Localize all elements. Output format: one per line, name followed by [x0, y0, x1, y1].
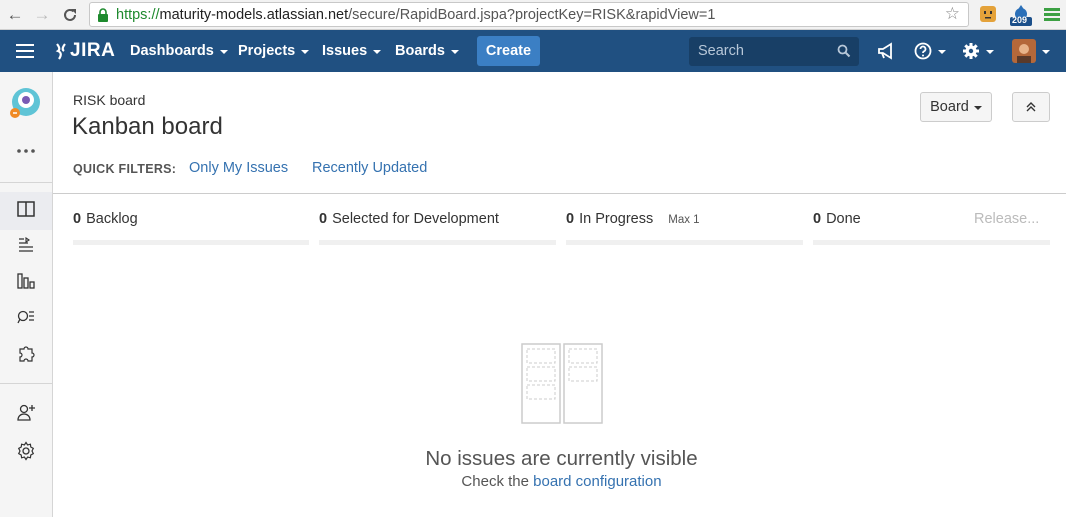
jira-logo[interactable]: JIRA — [54, 30, 115, 72]
column-max-limit: Max 1 — [668, 214, 700, 226]
release-link[interactable]: Release... — [974, 211, 1039, 227]
collapse-header-button[interactable] — [1012, 92, 1050, 122]
reload-icon[interactable] — [59, 4, 81, 26]
nav-dashboards[interactable]: Dashboards — [130, 30, 228, 72]
quick-filters-label: QUICK FILTERS: — [73, 162, 177, 176]
jira-logo-text: JIRA — [70, 40, 116, 61]
forward-icon[interactable]: → — [31, 4, 53, 26]
more-icon[interactable] — [14, 139, 38, 163]
reports-icon[interactable] — [14, 269, 38, 293]
help-icon[interactable] — [914, 30, 946, 72]
chevron-down-icon — [1042, 50, 1050, 54]
column-count: 0 — [566, 211, 575, 227]
project-avatar[interactable] — [9, 86, 43, 120]
search-placeholder: Search — [698, 43, 744, 59]
nav-boards[interactable]: Boards — [395, 30, 459, 72]
lock-icon — [98, 8, 108, 22]
column-name: Backlog — [86, 211, 138, 227]
column-bar-selected — [319, 240, 556, 245]
url-text: https://maturity-models.atlassian.net/se… — [116, 7, 716, 23]
extension-badge-count: 209 — [1012, 15, 1028, 25]
column-count: 0 — [813, 211, 822, 227]
empty-board-illustration — [521, 343, 603, 424]
empty-state-title: No issues are currently visible — [425, 447, 698, 470]
address-bar[interactable]: https://maturity-models.atlassian.net/se… — [89, 2, 969, 27]
double-chevron-up-icon — [1026, 102, 1036, 112]
breadcrumb[interactable]: RISK board — [73, 92, 145, 108]
column-bar-backlog — [73, 240, 309, 245]
extension-badge-icon[interactable]: 209 — [1009, 4, 1033, 26]
settings-gear-icon[interactable] — [962, 30, 994, 72]
search-icon — [837, 44, 851, 58]
quick-filter-only-my-issues[interactable]: Only My Issues — [189, 160, 288, 176]
browser-toolbar: ← → https://maturity-models.atlassian.ne… — [0, 0, 1066, 30]
jira-logo-icon — [55, 43, 66, 60]
megaphone-icon[interactable] — [877, 30, 897, 72]
chevron-down-icon — [973, 106, 982, 110]
column-name: Selected for Development — [332, 211, 499, 227]
chevron-down-icon — [219, 50, 228, 54]
column-header-backlog: 0 Backlog — [73, 211, 138, 227]
column-name: In Progress — [579, 211, 654, 227]
releases-icon[interactable] — [14, 232, 38, 256]
add-people-icon[interactable] — [14, 400, 38, 424]
nav-issues[interactable]: Issues — [322, 30, 382, 72]
nav-projects[interactable]: Projects — [238, 30, 310, 72]
kanban-board-icon[interactable] — [14, 197, 38, 221]
bookmark-star-icon[interactable]: ☆ — [945, 4, 960, 24]
page-title: Kanban board — [72, 113, 223, 140]
extension-face-icon[interactable] — [978, 4, 998, 24]
issues-search-icon[interactable] — [14, 305, 38, 329]
back-icon[interactable]: ← — [4, 4, 26, 26]
column-header-done: 0 Done — [813, 211, 861, 227]
chevron-down-icon — [301, 50, 310, 54]
empty-state-prefix: Check the — [461, 473, 529, 490]
column-count: 0 — [73, 211, 82, 227]
browser-menu-icon[interactable] — [1043, 4, 1063, 24]
column-bar-in-progress — [566, 240, 803, 245]
board-menu-button[interactable]: Board — [920, 92, 992, 122]
board-configuration-link[interactable]: board configuration — [533, 473, 661, 490]
app-switcher-icon[interactable] — [16, 30, 34, 72]
search-input[interactable]: Search — [689, 37, 859, 66]
column-count: 0 — [319, 211, 328, 227]
chevron-down-icon — [450, 50, 459, 54]
chevron-down-icon — [986, 50, 994, 54]
column-header-in-progress: 0 In Progress Max 1 — [566, 211, 700, 227]
chevron-down-icon — [373, 50, 382, 54]
create-button[interactable]: Create — [477, 36, 540, 66]
empty-state-message: Check the board configuration — [0, 473, 1066, 490]
column-header-selected: 0 Selected for Development — [319, 211, 499, 227]
user-avatar[interactable] — [1012, 30, 1050, 72]
quick-filter-recently-updated[interactable]: Recently Updated — [312, 160, 427, 176]
column-name: Done — [826, 211, 861, 227]
chevron-down-icon — [938, 50, 946, 54]
board-menu-label: Board — [930, 99, 969, 115]
add-ons-puzzle-icon[interactable] — [14, 341, 38, 365]
header-divider — [53, 193, 1066, 194]
column-bar-done — [813, 240, 1050, 245]
